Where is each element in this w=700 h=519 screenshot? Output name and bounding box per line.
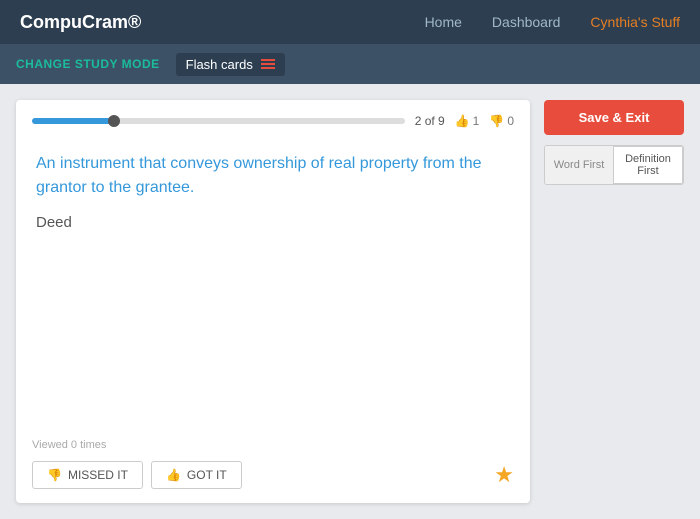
nav-dashboard[interactable]: Dashboard xyxy=(492,14,561,30)
missed-it-button[interactable]: 👎 MISSED IT xyxy=(32,461,143,489)
logo: CompuCram® xyxy=(20,12,141,33)
logo-symbol: ® xyxy=(128,12,141,32)
got-it-button[interactable]: 👍 GOT IT xyxy=(151,461,242,489)
thumbs-down-icon: 👎 xyxy=(489,114,504,128)
card-footer: Viewed 0 times 👎 MISSED IT 👍 GOT IT ★ xyxy=(16,429,530,503)
order-toggle: Word First Definition First xyxy=(544,145,684,185)
change-study-mode-button[interactable]: CHANGE STUDY MODE xyxy=(16,57,160,71)
card-word: Deed xyxy=(36,214,510,231)
thumbs-down-btn-icon: 👎 xyxy=(47,468,62,482)
flashcard: 2 of 9 👍 1 👎 0 An instrument that convey… xyxy=(16,100,530,503)
thumbs-down-count: 0 xyxy=(507,114,514,128)
save-exit-button[interactable]: Save & Exit xyxy=(544,100,684,135)
subheader: CHANGE STUDY MODE Flash cards xyxy=(0,44,700,84)
logo-prefix: Compu xyxy=(20,12,82,32)
mode-label: Flash cards xyxy=(186,57,253,72)
main-content: 2 of 9 👍 1 👎 0 An instrument that convey… xyxy=(0,84,700,519)
action-buttons: 👎 MISSED IT 👍 GOT IT xyxy=(32,461,242,489)
progress-bar[interactable] xyxy=(32,118,405,124)
card-body: An instrument that conveys ownership of … xyxy=(16,136,530,429)
viewed-count: Viewed 0 times xyxy=(32,439,514,451)
header: CompuCram® Home Dashboard Cynthia's Stuf… xyxy=(0,0,700,44)
got-it-label: GOT IT xyxy=(187,468,227,482)
right-panel: Save & Exit Word First Definition First xyxy=(544,100,684,503)
progress-thumb xyxy=(108,115,120,127)
progress-count: 2 of 9 xyxy=(415,114,445,128)
hamburger-icon[interactable] xyxy=(261,59,275,69)
definition-first-button[interactable]: Definition First xyxy=(613,146,683,184)
progress-area: 2 of 9 👍 1 👎 0 xyxy=(16,100,530,136)
word-first-button[interactable]: Word First xyxy=(545,146,613,184)
progress-fill xyxy=(32,118,114,124)
nav-home[interactable]: Home xyxy=(425,14,462,30)
nav: Home Dashboard Cynthia's Stuff xyxy=(425,14,680,30)
thumbs-up-btn-icon: 👍 xyxy=(166,468,181,482)
card-definition: An instrument that conveys ownership of … xyxy=(36,152,510,200)
logo-bold: Cram xyxy=(82,12,128,32)
card-actions: 👎 MISSED IT 👍 GOT IT ★ xyxy=(32,461,514,489)
thumbs-up-stat: 👍 1 xyxy=(455,114,480,128)
favorite-star-icon[interactable]: ★ xyxy=(494,462,514,488)
nav-user[interactable]: Cynthia's Stuff xyxy=(590,14,680,30)
thumbs-up-icon: 👍 xyxy=(455,114,470,128)
missed-it-label: MISSED IT xyxy=(68,468,128,482)
mode-badge[interactable]: Flash cards xyxy=(176,53,285,76)
thumbs-down-stat: 👎 0 xyxy=(489,114,514,128)
thumbs-up-count: 1 xyxy=(473,114,480,128)
progress-info: 2 of 9 👍 1 👎 0 xyxy=(415,114,514,128)
